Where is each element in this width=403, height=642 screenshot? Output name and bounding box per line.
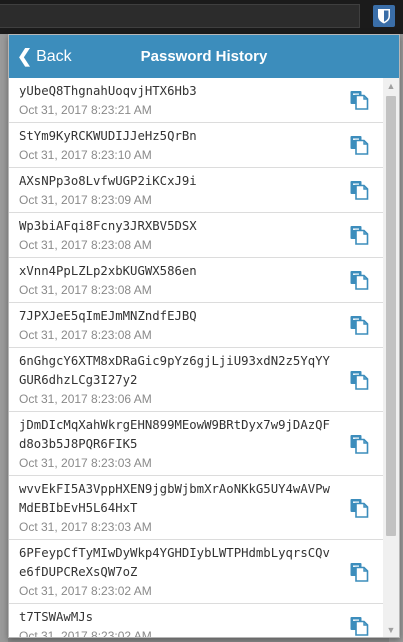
copy-icon[interactable] <box>349 315 369 335</box>
password-date: Oct 31, 2017 8:23:08 AM <box>19 328 152 342</box>
password-date: Oct 31, 2017 8:23:06 AM <box>19 392 152 406</box>
password-value: Wp3biAFqi8Fcny3JRXBV5DSX <box>19 219 197 233</box>
password-history-row: jDmDIcMqXahWkrgEHN899MEowW9BRtDyx7w9jDAz… <box>9 412 383 476</box>
password-date: Oct 31, 2017 8:23:03 AM <box>19 456 152 470</box>
back-button[interactable]: ❮ Back <box>17 35 72 78</box>
scroll-up-arrow-icon[interactable]: ▲ <box>383 78 399 94</box>
password-history-list: yUbeQ8ThgnahUoqvjHTX6Hb3 Oct 31, 2017 8:2… <box>9 78 383 638</box>
password-history-row: Wp3biAFqi8Fcny3JRXBV5DSX Oct 31, 2017 8:2… <box>9 213 383 258</box>
password-value: 6nGhgcY6XTM8xDRaGic9pYz6gjLjiU93xdN2z5Yq… <box>19 354 330 387</box>
password-date: Oct 31, 2017 8:23:02 AM <box>19 629 152 638</box>
copy-icon[interactable] <box>349 370 369 390</box>
copy-icon[interactable] <box>349 434 369 454</box>
password-value: xVnn4PpLZLp2xbKUGWX586en <box>19 264 197 278</box>
password-value: 7JPXJeE5qImEJmMNZndfEJBQ <box>19 309 197 323</box>
password-history-row: 6nGhgcY6XTM8xDRaGic9pYz6gjLjiU93xdN2z5Yq… <box>9 348 383 412</box>
password-history-row: wvvEkFI5A3VppHXEN9jgbWjbmXrAoNKkG5UY4wAV… <box>9 476 383 540</box>
password-date: Oct 31, 2017 8:23:08 AM <box>19 238 152 252</box>
password-date: Oct 31, 2017 8:23:10 AM <box>19 148 152 162</box>
copy-icon[interactable] <box>349 225 369 245</box>
password-history-row: 7JPXJeE5qImEJmMNZndfEJBQ Oct 31, 2017 8:2… <box>9 303 383 348</box>
copy-icon[interactable] <box>349 135 369 155</box>
scrollbar[interactable]: ▲ ▼ <box>383 78 399 637</box>
copy-icon[interactable] <box>349 180 369 200</box>
password-history-row: t7TSWAwMJs Oct 31, 2017 8:23:02 AM <box>9 604 383 638</box>
back-label: Back <box>36 47 72 65</box>
password-value: wvvEkFI5A3VppHXEN9jgbWjbmXrAoNKkG5UY4wAV… <box>19 482 330 515</box>
password-value: AXsNPp3o8LvfwUGP2iKCxJ9i <box>19 174 197 188</box>
address-bar[interactable] <box>0 4 360 28</box>
copy-icon[interactable] <box>349 270 369 290</box>
password-history-row: xVnn4PpLZLp2xbKUGWX586en Oct 31, 2017 8:2… <box>9 258 383 303</box>
password-date: Oct 31, 2017 8:23:21 AM <box>19 103 152 117</box>
password-history-row: StYm9KyRCKWUDIJJeHz5QrBn Oct 31, 2017 8:2… <box>9 123 383 168</box>
copy-icon[interactable] <box>349 562 369 582</box>
password-history-row: 6PFeypCfTyMIwDyWkp4YGHDIybLWTPHdmbLyqrsC… <box>9 540 383 604</box>
password-history-popup: ❮ Back Password History yUbeQ8ThgnahUoqv… <box>8 34 400 638</box>
password-value: yUbeQ8ThgnahUoqvjHTX6Hb3 <box>19 84 197 98</box>
scroll-down-arrow-icon[interactable]: ▼ <box>383 622 399 637</box>
password-history-row: yUbeQ8ThgnahUoqvjHTX6Hb3 Oct 31, 2017 8:2… <box>9 78 383 123</box>
shield-icon <box>378 9 390 24</box>
popup-header: ❮ Back Password History <box>9 35 399 78</box>
password-value: jDmDIcMqXahWkrgEHN899MEowW9BRtDyx7w9jDAz… <box>19 418 330 451</box>
browser-toolbar <box>0 0 403 34</box>
bitwarden-extension-button[interactable] <box>373 5 395 27</box>
chevron-left-icon: ❮ <box>17 46 33 66</box>
password-value: t7TSWAwMJs <box>19 610 94 624</box>
password-date: Oct 31, 2017 8:23:03 AM <box>19 520 152 534</box>
password-date: Oct 31, 2017 8:23:08 AM <box>19 283 152 297</box>
copy-icon[interactable] <box>349 498 369 518</box>
copy-icon[interactable] <box>349 90 369 110</box>
password-date: Oct 31, 2017 8:23:02 AM <box>19 584 152 598</box>
password-history-row: AXsNPp3o8LvfwUGP2iKCxJ9i Oct 31, 2017 8:2… <box>9 168 383 213</box>
password-value: StYm9KyRCKWUDIJJeHz5QrBn <box>19 129 197 143</box>
copy-icon[interactable] <box>349 616 369 636</box>
password-date: Oct 31, 2017 8:23:09 AM <box>19 193 152 207</box>
scrollbar-thumb[interactable] <box>386 96 396 536</box>
password-value: 6PFeypCfTyMIwDyWkp4YGHDIybLWTPHdmbLyqrsC… <box>19 546 330 579</box>
